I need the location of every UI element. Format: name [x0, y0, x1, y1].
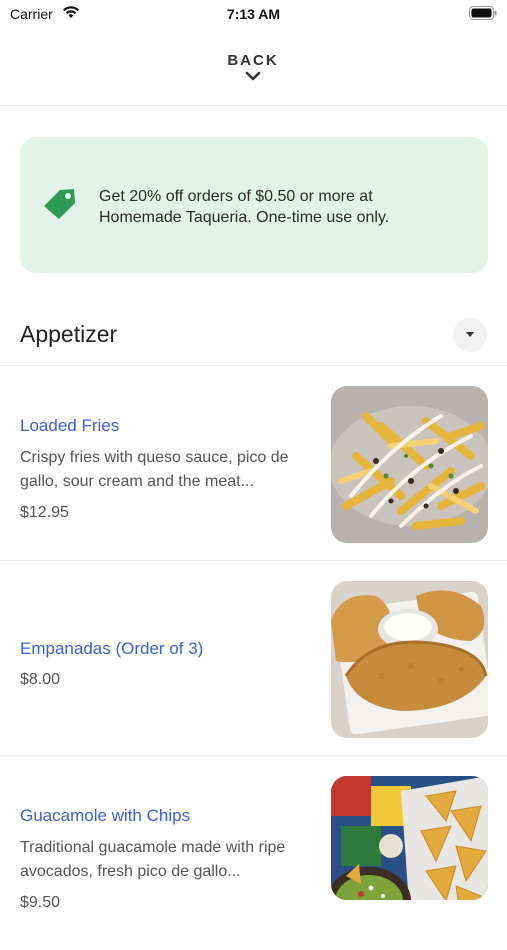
item-price: $9.50	[20, 894, 61, 911]
item-price: $12.95	[20, 504, 69, 521]
caret-down-icon	[466, 332, 474, 337]
empanadas-photo	[331, 581, 488, 738]
menu-item-empanadas[interactable]: Empanadas (Order of 3) $8.00	[0, 561, 507, 755]
promo-banner: Get 20% off orders of $0.50 or more at H…	[20, 137, 488, 273]
battery-icon	[469, 6, 497, 25]
guacamole-photo	[331, 776, 488, 900]
chevron-down-icon	[245, 71, 261, 81]
collapse-button[interactable]	[453, 318, 487, 352]
promo-text: Get 20% off orders of $0.50 or more at H…	[99, 188, 390, 226]
menu-item-loaded-fries[interactable]: Loaded Fries Crispy fries with queso sau…	[0, 366, 507, 560]
item-name: Empanadas (Order of 3)	[20, 639, 204, 658]
status-bar: Carrier 7:13 AM	[0, 0, 507, 28]
item-price: $8.00	[20, 671, 61, 688]
item-name: Guacamole with Chips	[20, 806, 191, 825]
menu-item-guacamole[interactable]: Guacamole with Chips Traditional guacamo…	[0, 756, 507, 950]
clock: 7:13 AM	[226, 6, 281, 22]
item-name: Loaded Fries	[20, 416, 120, 435]
back-button[interactable]: BACK	[203, 52, 303, 81]
back-label: BACK	[227, 52, 279, 69]
loaded-fries-photo	[331, 386, 488, 543]
section-title: Appetizer	[20, 321, 118, 347]
item-description: Traditional guacamole made with ripe avo…	[20, 839, 286, 880]
tag-icon	[40, 184, 80, 229]
header: BACK	[0, 40, 507, 106]
item-description: Crispy fries with queso sauce, pico de g…	[20, 449, 289, 490]
